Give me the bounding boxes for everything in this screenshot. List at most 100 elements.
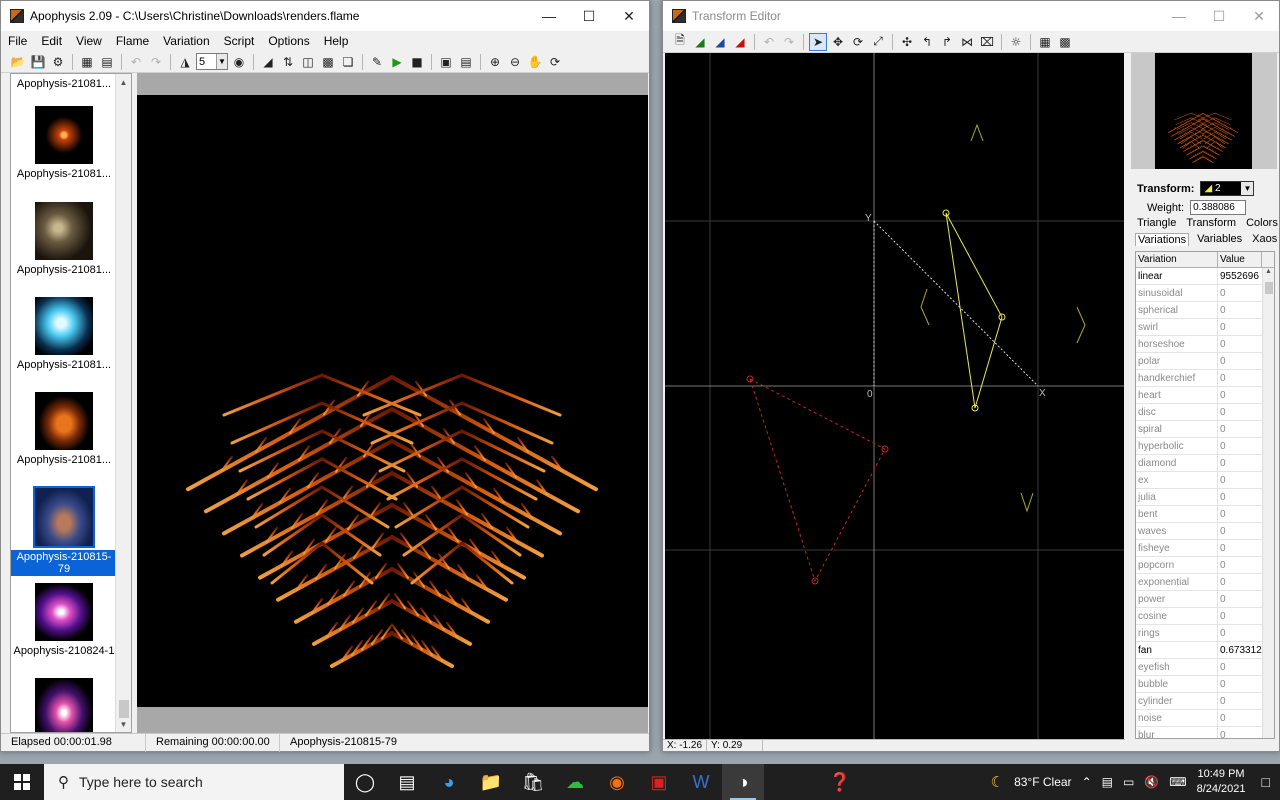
variation-row[interactable]: exponential 0 xyxy=(1136,574,1274,591)
word-icon[interactable]: W xyxy=(680,764,722,800)
variation-row[interactable]: swirl 0 xyxy=(1136,319,1274,336)
new-transform-icon[interactable]: 🗎 xyxy=(671,33,689,51)
store-icon[interactable]: 🛍 xyxy=(512,764,554,800)
gradient-icon[interactable]: ◫ xyxy=(299,53,317,71)
duplicate-transform-icon[interactable]: ◢ xyxy=(711,33,729,51)
zoom-out-icon[interactable]: ⊖ xyxy=(506,53,524,71)
variation-row[interactable]: fan 0.673312 xyxy=(1136,642,1274,659)
variation-value[interactable]: 0 xyxy=(1218,353,1262,369)
script-edit-icon[interactable]: ✎ xyxy=(368,53,386,71)
mcafee-icon[interactable]: ▣ xyxy=(638,764,680,800)
variation-value[interactable]: 0 xyxy=(1218,591,1262,607)
variation-row[interactable]: bubble 0 xyxy=(1136,676,1274,693)
tab-transform[interactable]: Transform xyxy=(1184,217,1238,229)
transform-2-triangle[interactable] xyxy=(945,212,1003,409)
variation-value[interactable]: 0 xyxy=(1218,676,1262,692)
post-transform-icon[interactable]: ▦ xyxy=(1036,33,1054,51)
undo-icon[interactable]: ↶ xyxy=(760,33,778,51)
tab-triangle[interactable]: Triangle xyxy=(1135,217,1178,229)
minimize-button[interactable]: — xyxy=(1159,1,1199,31)
maximize-button[interactable]: ☐ xyxy=(569,1,609,31)
redo-icon[interactable]: ↷ xyxy=(780,33,798,51)
flip-horizontal-icon[interactable]: ⋈ xyxy=(958,33,976,51)
tab-colors[interactable]: Colors xyxy=(1244,217,1280,229)
stop-icon[interactable]: ■ xyxy=(408,53,426,71)
variation-row[interactable]: rings 0 xyxy=(1136,625,1274,642)
flame-list[interactable]: Apophysis-21081... Apophysis-21081... Ap… xyxy=(10,73,132,733)
header-variation[interactable]: Variation xyxy=(1136,252,1218,267)
adjust-icon[interactable]: ⇅ xyxy=(279,53,297,71)
task-view-icon[interactable]: ▤ xyxy=(386,764,428,800)
variation-row[interactable]: disc 0 xyxy=(1136,404,1274,421)
transform-combo[interactable]: ◢ 2 ▼ xyxy=(1200,181,1255,196)
variation-value[interactable]: 0 xyxy=(1218,404,1262,420)
delete-transform-icon[interactable]: ◢ xyxy=(731,33,749,51)
add-transform-icon[interactable]: ◢ xyxy=(691,33,709,51)
list-view-icon[interactable]: ▦ xyxy=(78,53,96,71)
variation-value[interactable]: 0 xyxy=(1218,302,1262,318)
notifications-icon[interactable]: □ xyxy=(1262,774,1270,790)
variation-row[interactable]: spherical 0 xyxy=(1136,302,1274,319)
variation-value[interactable]: 0 xyxy=(1218,336,1262,352)
variation-value[interactable]: 0 xyxy=(1218,557,1262,573)
variations-table[interactable]: Variation Value linear 9552696 sinusoidal 0… xyxy=(1135,251,1275,739)
variation-row[interactable]: linear 9552696 xyxy=(1136,268,1274,285)
variation-value[interactable]: 0 xyxy=(1218,574,1262,590)
list-scrollbar[interactable]: ▲ ▼ xyxy=(115,74,131,732)
pan-hand-icon[interactable]: ✋ xyxy=(526,53,544,71)
variation-value[interactable]: 0 xyxy=(1218,710,1262,726)
copy-transform-icon[interactable]: ▩ xyxy=(1056,33,1074,51)
cloud-app-icon[interactable]: ☁ xyxy=(554,764,596,800)
variation-row[interactable]: power 0 xyxy=(1136,591,1274,608)
redo-icon[interactable]: ↷ xyxy=(147,53,165,71)
run-icon[interactable]: ▶ xyxy=(388,53,406,71)
minimize-button[interactable]: — xyxy=(529,1,569,31)
header-value[interactable]: Value xyxy=(1218,252,1262,267)
gradient-browser-icon[interactable]: ◉ xyxy=(230,53,248,71)
variation-value[interactable]: 0 xyxy=(1218,659,1262,675)
maximize-button[interactable]: ☐ xyxy=(1199,1,1239,31)
scroll-thumb[interactable] xyxy=(1265,282,1273,294)
variation-value[interactable]: 0 xyxy=(1218,455,1262,471)
open-icon[interactable]: 📂 xyxy=(9,53,27,71)
pivot-icon[interactable]: ✣ xyxy=(898,33,916,51)
undo-icon[interactable]: ↶ xyxy=(127,53,145,71)
variation-value[interactable]: 0 xyxy=(1218,506,1262,522)
variation-row[interactable]: popcorn 0 xyxy=(1136,557,1274,574)
menu-view[interactable]: View xyxy=(69,34,109,48)
clock[interactable]: 10:49 PM 8/24/2021 xyxy=(1197,767,1246,797)
variation-row[interactable]: handkerchief 0 xyxy=(1136,370,1274,387)
tab-variations[interactable]: Variations xyxy=(1135,233,1190,246)
variation-value[interactable]: 0 xyxy=(1218,319,1262,335)
options-icon[interactable]: ❏ xyxy=(339,53,357,71)
fit-icon[interactable]: ▣ xyxy=(437,53,455,71)
variation-value[interactable]: 0 xyxy=(1218,625,1262,641)
menu-file[interactable]: File xyxy=(1,34,34,48)
list-item[interactable]: Apophysis-210824-1 xyxy=(11,583,117,657)
variation-value[interactable]: 0 xyxy=(1218,489,1262,505)
mutate-icon[interactable]: ▩ xyxy=(319,53,337,71)
zoom-in-icon[interactable]: ⊕ xyxy=(486,53,504,71)
save-icon[interactable]: 💾 xyxy=(29,53,47,71)
variation-value[interactable]: 0 xyxy=(1218,540,1262,556)
quality-combo[interactable]: 5 ▼ xyxy=(196,53,228,70)
file-explorer-icon[interactable]: 📁 xyxy=(470,764,512,800)
menu-options[interactable]: Options xyxy=(261,34,316,48)
variation-value[interactable]: 0 xyxy=(1218,608,1262,624)
variation-row[interactable]: noise 0 xyxy=(1136,710,1274,727)
flip-vertical-icon[interactable]: ⌧ xyxy=(978,33,996,51)
menu-script[interactable]: Script xyxy=(217,34,262,48)
help-icon[interactable]: ❓ xyxy=(819,764,861,800)
variation-value[interactable]: 0 xyxy=(1218,693,1262,709)
close-button[interactable]: ✕ xyxy=(609,1,649,31)
cortana-icon[interactable]: ◯ xyxy=(344,764,386,800)
scroll-up-icon[interactable]: ▲ xyxy=(1263,268,1274,280)
list-item[interactable]: Apophysis-21081... xyxy=(11,297,117,371)
tray-chevron-icon[interactable]: ⌃ xyxy=(1082,775,1092,789)
editor-titlebar[interactable]: Transform Editor — ☐ ✕ xyxy=(663,1,1279,31)
variation-value[interactable]: 0 xyxy=(1218,387,1262,403)
tab-xaos[interactable]: Xaos xyxy=(1250,233,1279,246)
full-screen-icon[interactable]: ◮ xyxy=(176,53,194,71)
edge-icon[interactable]: ◕ xyxy=(428,764,470,800)
variation-value[interactable]: 9552696 xyxy=(1218,268,1262,284)
